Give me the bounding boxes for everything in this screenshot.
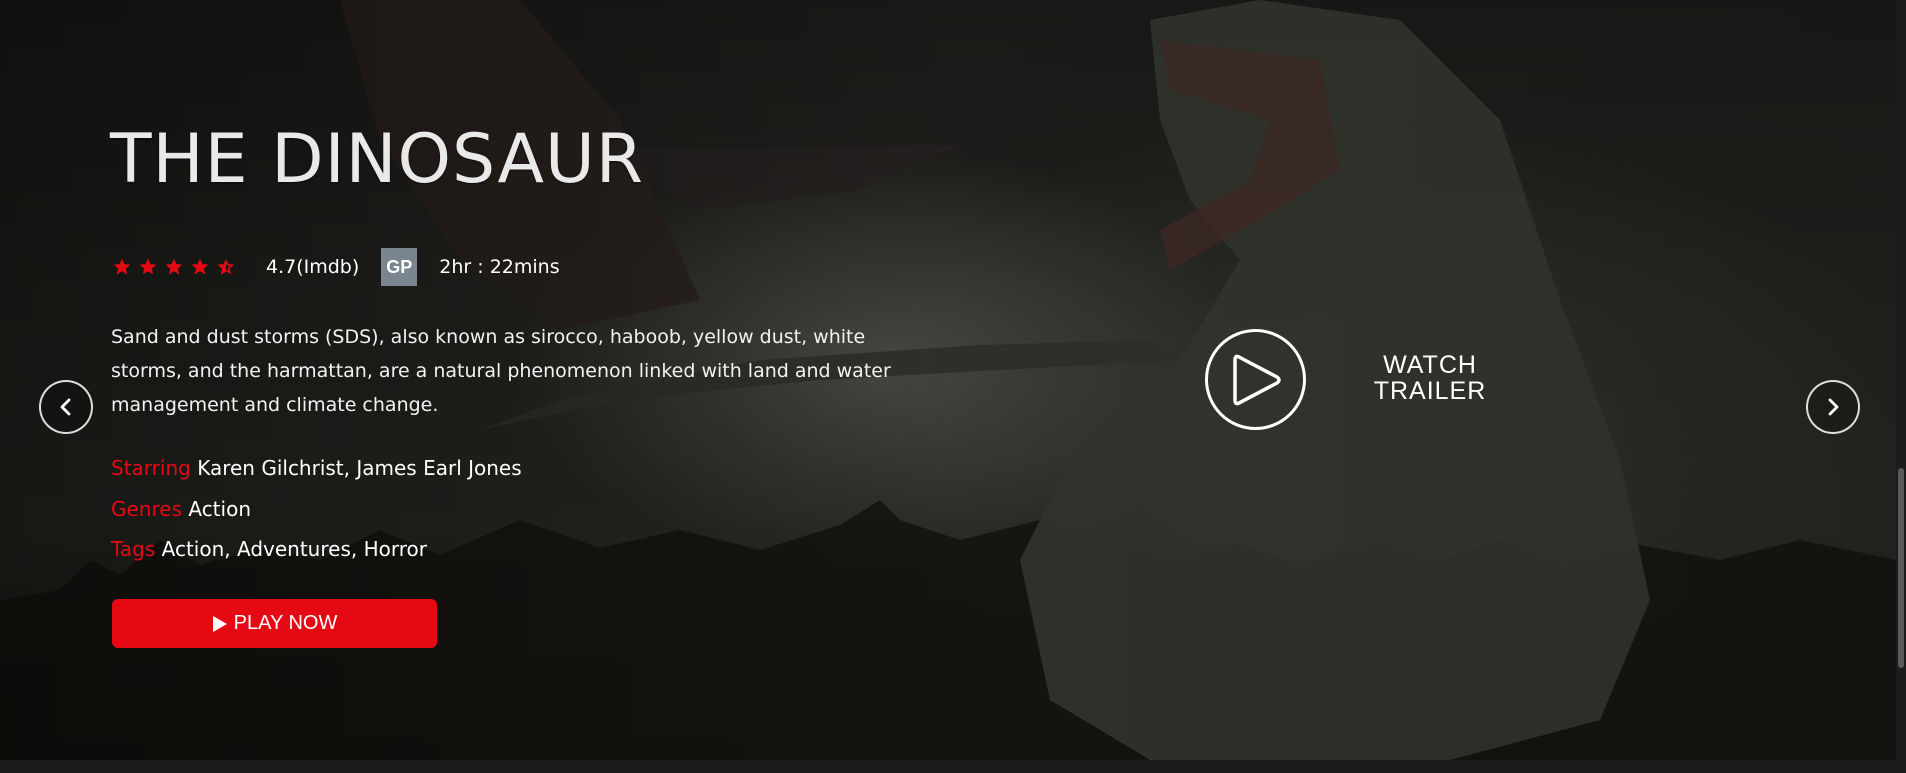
genres-label: Genres — [111, 497, 182, 521]
watch-trailer-label[interactable]: WATCH TRAILER — [1370, 352, 1490, 404]
star-icon — [113, 258, 131, 275]
starring-value: Karen Gilchrist, James Earl Jones — [197, 456, 522, 480]
play-circle-icon — [1232, 354, 1281, 405]
tags-value: Action, Adventures, Horror — [161, 537, 427, 561]
play-now-label: PLAY NOW — [233, 612, 338, 634]
bottom-strip — [0, 760, 1906, 773]
star-icon — [191, 258, 209, 275]
watch-trailer-button[interactable] — [1205, 329, 1306, 430]
star-icon — [139, 258, 157, 275]
hero-banner: THE DINOSAUR 4.7(Imdb) GP 2hr : 22mins S… — [0, 0, 1896, 760]
movie-description: Sand and dust storms (SDS), also known a… — [111, 326, 891, 416]
chevron-left-icon — [60, 398, 71, 416]
movie-duration: 2hr : 22mins — [439, 256, 560, 278]
chevron-right-icon — [1828, 398, 1839, 416]
play-now-button[interactable]: PLAY NOW — [112, 599, 437, 648]
watch-trailer-line2: TRAILER — [1373, 377, 1487, 405]
starring-label: Starring — [111, 456, 191, 480]
star-icon — [165, 258, 183, 275]
scrollbar-thumb[interactable] — [1898, 468, 1904, 668]
tags-line: Tags Action, Adventures, Horror — [111, 537, 427, 561]
star-rating — [112, 257, 236, 277]
watch-trailer-line1: WATCH — [1383, 351, 1477, 379]
starring-line: Starring Karen Gilchrist, James Earl Jon… — [111, 456, 522, 480]
movie-title: THE DINOSAUR — [110, 120, 645, 199]
next-slide-button[interactable] — [1806, 380, 1860, 434]
play-icon — [212, 615, 227, 632]
prev-slide-button[interactable] — [39, 380, 93, 434]
star-half-icon — [217, 258, 235, 275]
age-rating-badge: GP — [381, 248, 418, 286]
tags-label: Tags — [111, 537, 156, 561]
movie-meta: 4.7(Imdb) GP 2hr : 22mins — [112, 247, 560, 287]
genres-line: Genres Action — [111, 497, 251, 521]
genres-value: Action — [188, 497, 251, 521]
imdb-rating: 4.7(Imdb) — [266, 256, 360, 278]
